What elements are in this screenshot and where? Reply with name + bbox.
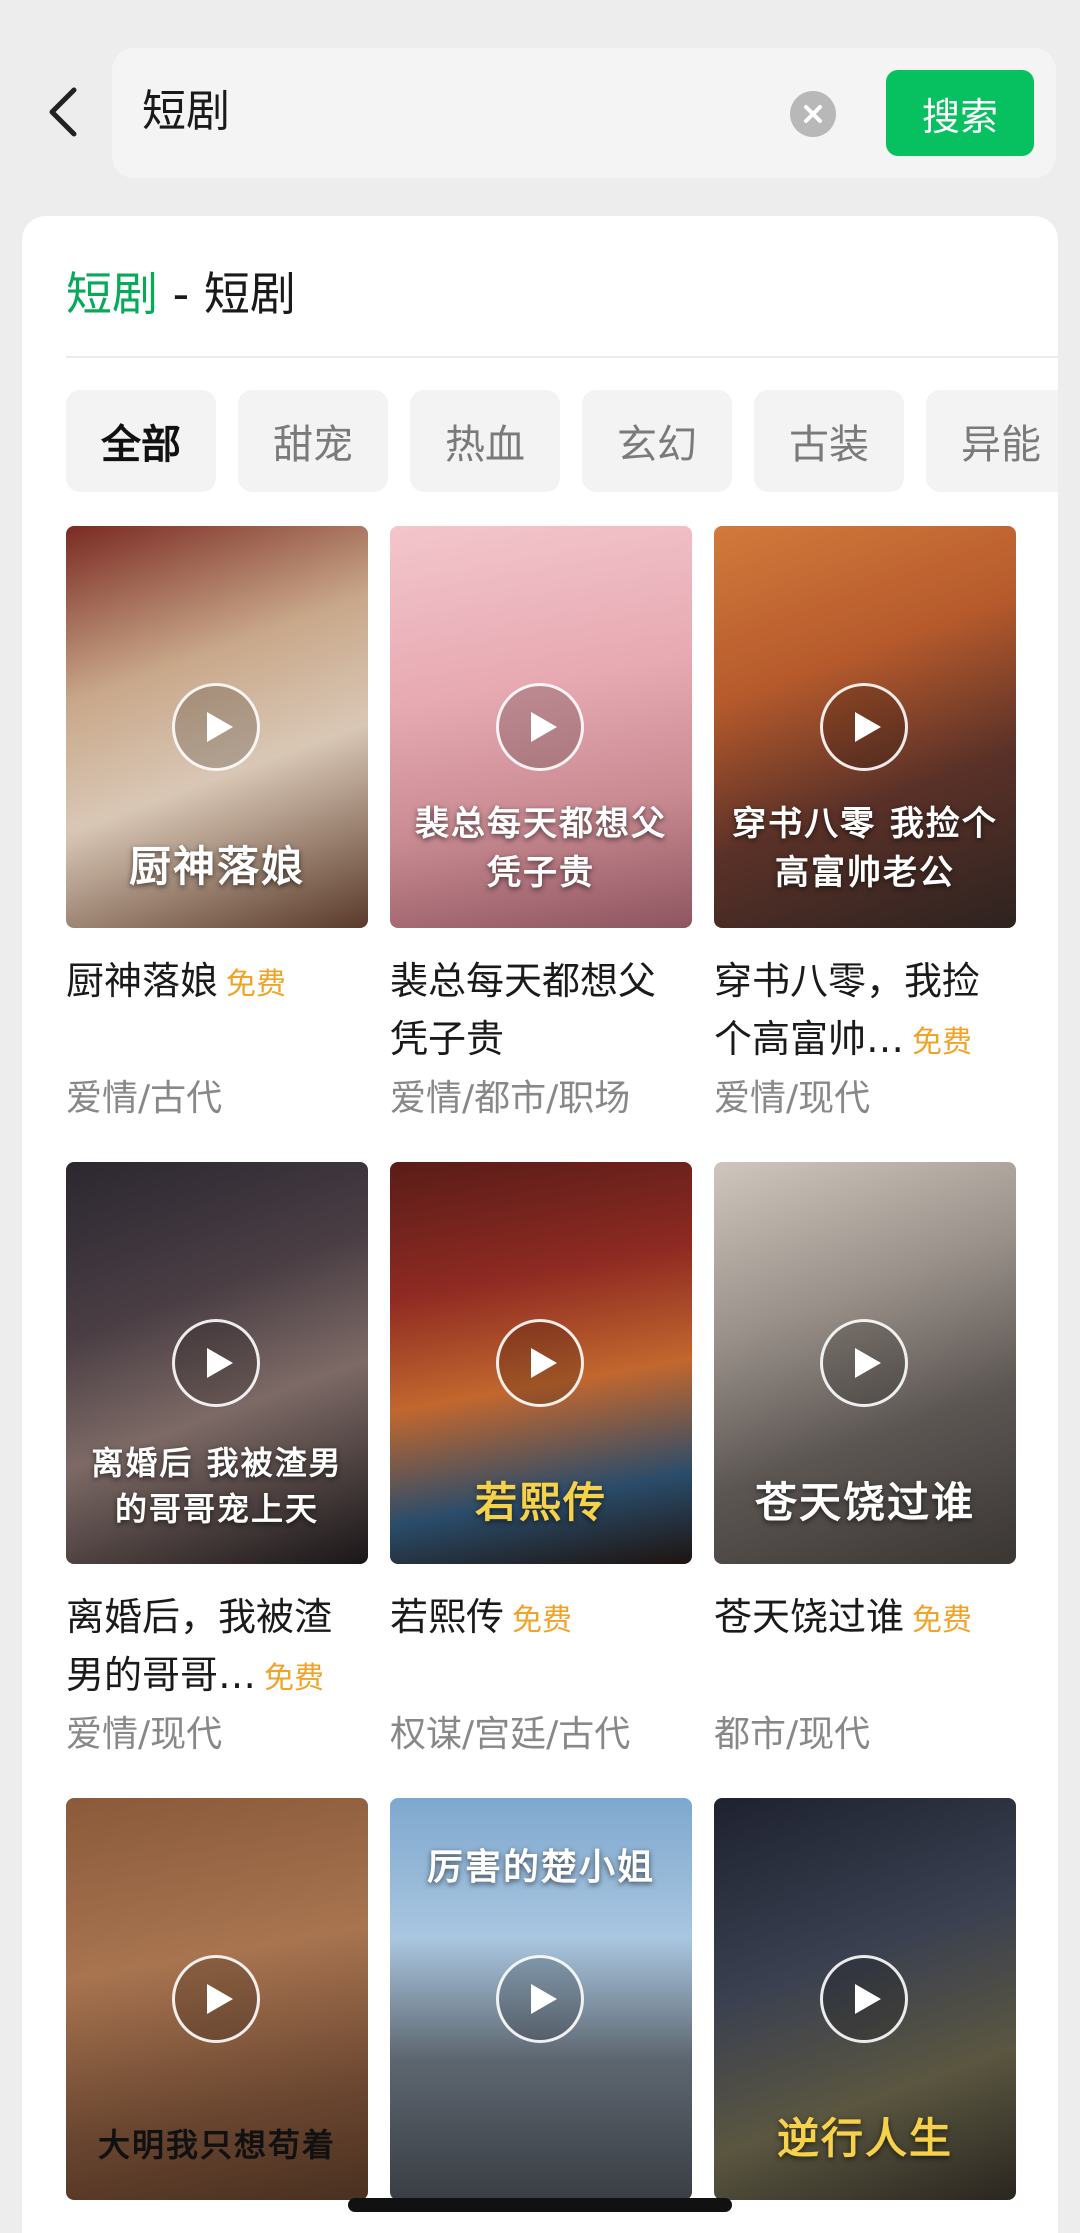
tab-all[interactable]: 全部 [66, 390, 216, 492]
play-icon[interactable] [172, 1319, 260, 1407]
drama-card[interactable]: 若熙传 若熙传 免费 [390, 1162, 692, 1650]
play-icon[interactable] [496, 683, 584, 771]
poster-image[interactable]: 若熙传 [390, 1162, 692, 1564]
drama-card[interactable]: 离婚后 我被渣男的哥哥宠上天 离婚后，我被渣男的哥哥… 免费 [66, 1162, 368, 1704]
top-bar: 短剧 搜索 [0, 0, 1080, 192]
play-icon[interactable] [172, 1955, 260, 2043]
drama-card[interactable]: 裴总每天都想父凭子贵 裴总每天都想父凭子贵 [390, 526, 692, 1068]
drama-genre: 都市/现代 [714, 1714, 871, 1755]
section-title-rest: 短剧 [203, 267, 296, 321]
poster-title: 裴总每天都想父凭子贵 [415, 804, 667, 893]
search-button[interactable]: 搜索 [886, 70, 1034, 156]
drama-card[interactable]: 穿书八零 我捡个高富帅老公 穿书八零，我捡个高富帅… 免费 [714, 526, 1016, 1068]
search-query-text: 短剧 [142, 86, 230, 137]
free-badge: 免费 [264, 1661, 325, 1696]
poster-title: 逆行人生 [776, 2114, 953, 2163]
poster-image[interactable]: 大明我只想苟着 [66, 1798, 368, 2200]
poster-title: 大明我只想苟着 [97, 2126, 336, 2164]
drama-genre: 爱情/古代 [66, 1078, 223, 1119]
play-icon[interactable] [172, 683, 260, 771]
tab-fantasy[interactable]: 玄幻 [582, 390, 732, 492]
poster-title: 若熙传 [474, 1478, 607, 1527]
poster-title: 穿书八零 我捡个高富帅老公 [732, 804, 998, 893]
poster-image[interactable]: 厉害的楚小姐 [390, 1798, 692, 2200]
drama-title[interactable]: 若熙传 免费 [390, 1588, 692, 1650]
free-badge: 免费 [912, 1603, 973, 1638]
tab-costume[interactable]: 古装 [754, 390, 904, 492]
free-badge: 免费 [512, 1603, 573, 1638]
play-icon[interactable] [820, 1319, 908, 1407]
drama-genre: 权谋/宫廷/古代 [390, 1714, 631, 1755]
drama-genre: 爱情/现代 [714, 1078, 871, 1119]
section-title: 短剧 - 短剧 [66, 264, 296, 324]
poster-image[interactable]: 厨神落娘 [66, 526, 368, 928]
home-indicator[interactable] [348, 2198, 732, 2212]
search-input[interactable]: 短剧 搜索 [112, 48, 1056, 178]
clear-icon[interactable] [790, 91, 836, 137]
section-title-separator: - [158, 267, 204, 321]
category-tabs: 全部 甜宠 热血 玄幻 古装 异能 [66, 390, 1058, 492]
poster-image[interactable]: 苍天饶过谁 [714, 1162, 1016, 1564]
results-card: 短剧 - 短剧 全部 甜宠 热血 玄幻 古装 异能 厨神落娘 厨神落娘 免费 裴总… [22, 216, 1058, 2233]
drama-title[interactable]: 裴总每天都想父凭子贵 [390, 952, 692, 1068]
drama-card[interactable]: 大明我只想苟着 [66, 1798, 368, 2200]
tab-action[interactable]: 热血 [410, 390, 560, 492]
drama-card[interactable]: 逆行人生 [714, 1798, 1016, 2200]
poster-title: 厨神落娘 [128, 842, 305, 891]
poster-image[interactable]: 逆行人生 [714, 1798, 1016, 2200]
drama-title[interactable]: 离婚后，我被渣男的哥哥… 免费 [66, 1588, 368, 1704]
poster-title: 厉害的楚小姐 [426, 1846, 655, 1888]
tab-superpower[interactable]: 异能 [926, 390, 1058, 492]
poster-image[interactable]: 穿书八零 我捡个高富帅老公 [714, 526, 1016, 928]
free-badge: 免费 [226, 967, 287, 1002]
poster-title: 苍天饶过谁 [754, 1478, 975, 1527]
chevron-left-icon [49, 87, 77, 137]
play-icon[interactable] [820, 683, 908, 771]
drama-card[interactable]: 厉害的楚小姐 [390, 1798, 692, 2200]
play-icon[interactable] [496, 1319, 584, 1407]
poster-image[interactable]: 离婚后 我被渣男的哥哥宠上天 [66, 1162, 368, 1564]
divider [66, 356, 1058, 358]
poster-image[interactable]: 裴总每天都想父凭子贵 [390, 526, 692, 928]
section-title-accent: 短剧 [66, 267, 158, 321]
drama-title[interactable]: 穿书八零，我捡个高富帅… 免费 [714, 952, 1016, 1068]
drama-title[interactable]: 苍天饶过谁 免费 [714, 1588, 1016, 1650]
tab-sweet[interactable]: 甜宠 [238, 390, 388, 492]
drama-card[interactable]: 厨神落娘 厨神落娘 免费 [66, 526, 368, 1014]
play-icon[interactable] [820, 1955, 908, 2043]
play-icon[interactable] [496, 1955, 584, 2043]
back-button[interactable] [40, 82, 84, 142]
drama-card[interactable]: 苍天饶过谁 苍天饶过谁 免费 [714, 1162, 1016, 1650]
drama-title[interactable]: 厨神落娘 免费 [66, 952, 368, 1014]
drama-genre: 爱情/都市/职场 [390, 1078, 631, 1119]
poster-title: 离婚后 我被渣男的哥哥宠上天 [91, 1444, 343, 1528]
free-badge: 免费 [912, 1025, 973, 1060]
drama-genre: 爱情/现代 [66, 1714, 223, 1755]
